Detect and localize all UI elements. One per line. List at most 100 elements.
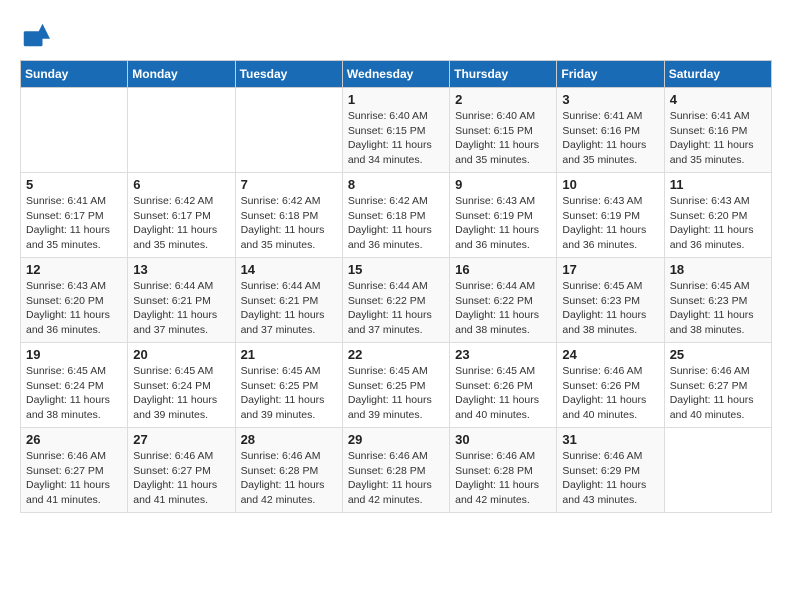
day-cell: 29Sunrise: 6:46 AM Sunset: 6:28 PM Dayli… (342, 428, 449, 513)
day-info: Sunrise: 6:44 AM Sunset: 6:21 PM Dayligh… (241, 279, 337, 338)
day-info: Sunrise: 6:46 AM Sunset: 6:26 PM Dayligh… (562, 364, 658, 423)
day-info: Sunrise: 6:44 AM Sunset: 6:21 PM Dayligh… (133, 279, 229, 338)
day-cell: 3 Sunrise: 6:41 AM Sunset: 6:16 PM Daylig… (557, 88, 664, 173)
day-cell: 10 Sunrise: 6:43 AM Sunset: 6:19 PM Dayli… (557, 173, 664, 258)
day-info: Sunrise: 6:46 AM Sunset: 6:28 PM Dayligh… (241, 449, 337, 508)
day-info: Sunrise: 6:45 AM Sunset: 6:24 PM Dayligh… (26, 364, 122, 423)
header-friday: Friday (557, 61, 664, 88)
day-info: Sunrise: 6:40 AM Sunset: 6:15 PM Dayligh… (455, 109, 551, 168)
logo-icon (20, 20, 50, 50)
day-cell: 27Sunrise: 6:46 AM Sunset: 6:27 PM Dayli… (128, 428, 235, 513)
header-row: SundayMondayTuesdayWednesdayThursdayFrid… (21, 61, 772, 88)
day-cell: 18 Sunrise: 6:45 AM Sunset: 6:23 PM Dayli… (664, 258, 771, 343)
day-cell: 22 Sunrise: 6:45 AM Sunset: 6:25 PM Dayli… (342, 343, 449, 428)
day-info: Sunrise: 6:41 AM Sunset: 6:16 PM Dayligh… (670, 109, 766, 168)
day-cell: 30Sunrise: 6:46 AM Sunset: 6:28 PM Dayli… (450, 428, 557, 513)
day-cell: 6 Sunrise: 6:42 AM Sunset: 6:17 PM Daylig… (128, 173, 235, 258)
day-number: 20 (133, 347, 229, 362)
day-cell: 7 Sunrise: 6:42 AM Sunset: 6:18 PM Daylig… (235, 173, 342, 258)
day-cell: 5 Sunrise: 6:41 AM Sunset: 6:17 PM Daylig… (21, 173, 128, 258)
day-number: 13 (133, 262, 229, 277)
calendar-body: 1 Sunrise: 6:40 AM Sunset: 6:15 PM Daylig… (21, 88, 772, 513)
day-cell (664, 428, 771, 513)
day-cell: 2 Sunrise: 6:40 AM Sunset: 6:15 PM Daylig… (450, 88, 557, 173)
day-cell (235, 88, 342, 173)
day-number: 22 (348, 347, 444, 362)
day-info: Sunrise: 6:44 AM Sunset: 6:22 PM Dayligh… (348, 279, 444, 338)
day-number: 31 (562, 432, 658, 447)
day-cell: 31 Sunrise: 6:46 AM Sunset: 6:29 PM Dayli… (557, 428, 664, 513)
day-number: 26 (26, 432, 122, 447)
day-number: 16 (455, 262, 551, 277)
day-cell: 24 Sunrise: 6:46 AM Sunset: 6:26 PM Dayli… (557, 343, 664, 428)
day-cell: 11 Sunrise: 6:43 AM Sunset: 6:20 PM Dayli… (664, 173, 771, 258)
day-info: Sunrise: 6:46 AM Sunset: 6:28 PM Dayligh… (348, 449, 444, 508)
day-info: Sunrise: 6:41 AM Sunset: 6:17 PM Dayligh… (26, 194, 122, 253)
day-info: Sunrise: 6:46 AM Sunset: 6:27 PM Dayligh… (670, 364, 766, 423)
day-number: 10 (562, 177, 658, 192)
day-info: Sunrise: 6:40 AM Sunset: 6:15 PM Dayligh… (348, 109, 444, 168)
day-cell: 14Sunrise: 6:44 AM Sunset: 6:21 PM Dayli… (235, 258, 342, 343)
day-cell: 19 Sunrise: 6:45 AM Sunset: 6:24 PM Dayli… (21, 343, 128, 428)
day-number: 5 (26, 177, 122, 192)
calendar-table: SundayMondayTuesdayWednesdayThursdayFrid… (20, 60, 772, 513)
day-info: Sunrise: 6:45 AM Sunset: 6:26 PM Dayligh… (455, 364, 551, 423)
day-cell: 16 Sunrise: 6:44 AM Sunset: 6:22 PM Dayli… (450, 258, 557, 343)
day-number: 25 (670, 347, 766, 362)
day-info: Sunrise: 6:45 AM Sunset: 6:24 PM Dayligh… (133, 364, 229, 423)
day-number: 4 (670, 92, 766, 107)
page-header (20, 20, 772, 50)
day-number: 19 (26, 347, 122, 362)
day-info: Sunrise: 6:46 AM Sunset: 6:29 PM Dayligh… (562, 449, 658, 508)
day-cell: 20 Sunrise: 6:45 AM Sunset: 6:24 PM Dayli… (128, 343, 235, 428)
day-number: 18 (670, 262, 766, 277)
header-sunday: Sunday (21, 61, 128, 88)
day-info: Sunrise: 6:45 AM Sunset: 6:25 PM Dayligh… (241, 364, 337, 423)
day-info: Sunrise: 6:42 AM Sunset: 6:18 PM Dayligh… (348, 194, 444, 253)
day-number: 6 (133, 177, 229, 192)
day-info: Sunrise: 6:43 AM Sunset: 6:20 PM Dayligh… (670, 194, 766, 253)
day-cell: 4 Sunrise: 6:41 AM Sunset: 6:16 PM Daylig… (664, 88, 771, 173)
day-number: 1 (348, 92, 444, 107)
day-cell (128, 88, 235, 173)
day-info: Sunrise: 6:42 AM Sunset: 6:17 PM Dayligh… (133, 194, 229, 253)
day-info: Sunrise: 6:43 AM Sunset: 6:20 PM Dayligh… (26, 279, 122, 338)
day-cell: 25 Sunrise: 6:46 AM Sunset: 6:27 PM Dayli… (664, 343, 771, 428)
week-row-3: 19 Sunrise: 6:45 AM Sunset: 6:24 PM Dayli… (21, 343, 772, 428)
header-saturday: Saturday (664, 61, 771, 88)
day-cell: 21Sunrise: 6:45 AM Sunset: 6:25 PM Dayli… (235, 343, 342, 428)
day-number: 30 (455, 432, 551, 447)
day-cell: 23 Sunrise: 6:45 AM Sunset: 6:26 PM Dayli… (450, 343, 557, 428)
day-cell: 12Sunrise: 6:43 AM Sunset: 6:20 PM Dayli… (21, 258, 128, 343)
day-info: Sunrise: 6:41 AM Sunset: 6:16 PM Dayligh… (562, 109, 658, 168)
day-cell (21, 88, 128, 173)
day-cell: 26 Sunrise: 6:46 AM Sunset: 6:27 PM Dayli… (21, 428, 128, 513)
day-number: 2 (455, 92, 551, 107)
day-number: 17 (562, 262, 658, 277)
week-row-0: 1 Sunrise: 6:40 AM Sunset: 6:15 PM Daylig… (21, 88, 772, 173)
day-number: 28 (241, 432, 337, 447)
day-cell: 15Sunrise: 6:44 AM Sunset: 6:22 PM Dayli… (342, 258, 449, 343)
day-info: Sunrise: 6:45 AM Sunset: 6:23 PM Dayligh… (670, 279, 766, 338)
day-cell: 17Sunrise: 6:45 AM Sunset: 6:23 PM Dayli… (557, 258, 664, 343)
day-info: Sunrise: 6:43 AM Sunset: 6:19 PM Dayligh… (455, 194, 551, 253)
day-cell: 13 Sunrise: 6:44 AM Sunset: 6:21 PM Dayli… (128, 258, 235, 343)
day-info: Sunrise: 6:42 AM Sunset: 6:18 PM Dayligh… (241, 194, 337, 253)
day-number: 8 (348, 177, 444, 192)
day-info: Sunrise: 6:43 AM Sunset: 6:19 PM Dayligh… (562, 194, 658, 253)
day-number: 11 (670, 177, 766, 192)
day-info: Sunrise: 6:46 AM Sunset: 6:27 PM Dayligh… (26, 449, 122, 508)
header-monday: Monday (128, 61, 235, 88)
day-cell: 1 Sunrise: 6:40 AM Sunset: 6:15 PM Daylig… (342, 88, 449, 173)
logo (20, 20, 52, 50)
week-row-2: 12Sunrise: 6:43 AM Sunset: 6:20 PM Dayli… (21, 258, 772, 343)
day-info: Sunrise: 6:44 AM Sunset: 6:22 PM Dayligh… (455, 279, 551, 338)
day-number: 3 (562, 92, 658, 107)
day-number: 23 (455, 347, 551, 362)
day-number: 24 (562, 347, 658, 362)
day-cell: 28 Sunrise: 6:46 AM Sunset: 6:28 PM Dayli… (235, 428, 342, 513)
day-number: 7 (241, 177, 337, 192)
calendar-header: SundayMondayTuesdayWednesdayThursdayFrid… (21, 61, 772, 88)
day-cell: 8 Sunrise: 6:42 AM Sunset: 6:18 PM Daylig… (342, 173, 449, 258)
day-info: Sunrise: 6:45 AM Sunset: 6:25 PM Dayligh… (348, 364, 444, 423)
